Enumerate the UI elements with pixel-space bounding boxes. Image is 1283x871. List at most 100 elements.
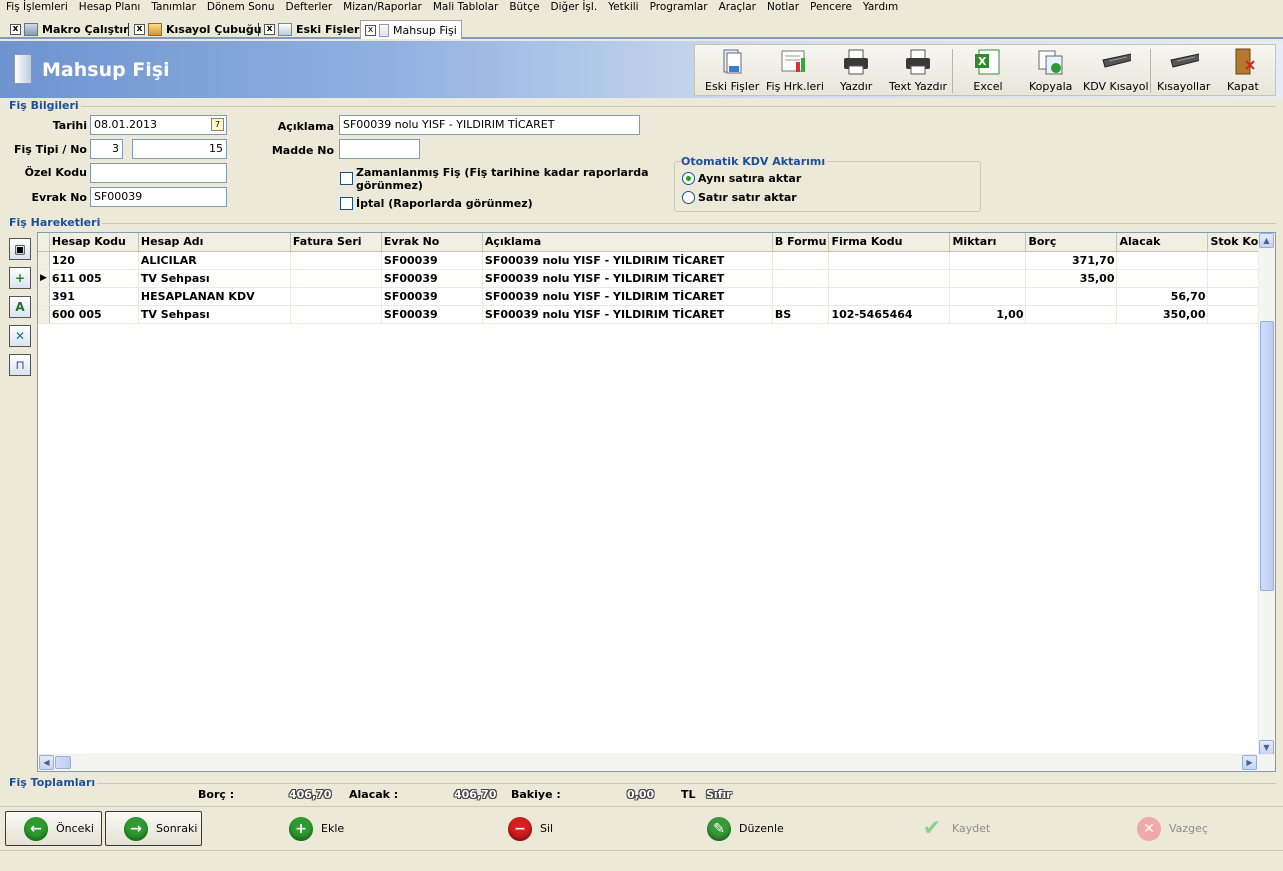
- kaydet-button[interactable]: ✔ Kaydet: [920, 811, 991, 846]
- table-cell[interactable]: [290, 287, 382, 306]
- vazgec-button[interactable]: ✕ Vazgeç: [1137, 811, 1208, 846]
- fis-hareketleri-grid[interactable]: Hesap Kodu Hesap Adı Fatura Seri Evrak No Aç…: [37, 232, 1276, 772]
- expand-icon[interactable]: ✕: [9, 325, 31, 347]
- eski-fisler-button[interactable]: Eski Fişler: [705, 45, 759, 97]
- table-cell[interactable]: [1116, 251, 1209, 270]
- table-cell[interactable]: [772, 251, 830, 270]
- table-cell[interactable]: [828, 287, 951, 306]
- satir-satir-radio[interactable]: [682, 191, 695, 204]
- menu-item[interactable]: Yardım: [857, 1, 903, 13]
- table-cell[interactable]: 350,00: [1116, 305, 1209, 324]
- table-cell[interactable]: SF00039: [381, 287, 483, 306]
- kisayollar-button[interactable]: Kısayollar: [1157, 45, 1210, 97]
- menu-item[interactable]: Hesap Planı: [73, 1, 146, 13]
- table-cell[interactable]: SF00039 nolu YISF - YILDIRIM TİCARET: [482, 269, 773, 288]
- scroll-right-icon[interactable]: ▶: [1242, 755, 1257, 770]
- table-cell[interactable]: 371,70: [1025, 251, 1118, 270]
- calendar-icon[interactable]: 7: [211, 118, 224, 131]
- table-row[interactable]: 391 HESAPLANAN KDV SF00039 SF00039 nolu YIS…: [38, 287, 1274, 306]
- tab-mahsup-fisi[interactable]: x Mahsup Fişi: [360, 20, 462, 39]
- horizontal-scrollbar[interactable]: ◀ ▶: [38, 754, 1275, 771]
- ayni-satira-radio[interactable]: [682, 172, 695, 185]
- menu-item[interactable]: Programlar: [644, 1, 713, 13]
- table-cell[interactable]: [1025, 287, 1118, 306]
- table-row[interactable]: 600 005 TV Sehpası SF00039 SF00039 nolu YIS…: [38, 305, 1274, 324]
- tab-close-icon[interactable]: x: [134, 24, 145, 35]
- tab-close-icon[interactable]: x: [10, 24, 21, 35]
- tab-close-icon[interactable]: x: [365, 24, 376, 36]
- duzenle-button[interactable]: ✎ Düzenle: [707, 811, 784, 846]
- table-cell[interactable]: SF00039: [381, 305, 483, 324]
- scroll-down-icon[interactable]: ▼: [1259, 740, 1274, 755]
- table-cell[interactable]: 391: [49, 287, 139, 306]
- menu-item[interactable]: Araçlar: [713, 1, 761, 13]
- fis-hareketleri-button[interactable]: Fiş Hrk.leri: [766, 45, 824, 97]
- table-cell[interactable]: [949, 269, 1027, 288]
- column-header[interactable]: Firma Kodu: [828, 233, 951, 252]
- aciklama-field[interactable]: SF00039 nolu YISF - YILDIRIM TİCARET: [339, 115, 640, 135]
- fis-no-field[interactable]: 15: [132, 139, 227, 159]
- table-cell[interactable]: 1,00: [949, 305, 1027, 324]
- table-cell[interactable]: [828, 269, 951, 288]
- column-header[interactable]: B Formu: [772, 233, 830, 252]
- excel-button[interactable]: X Excel: [973, 45, 1003, 97]
- menu-item[interactable]: Defterler: [280, 1, 338, 13]
- table-cell[interactable]: 56,70: [1116, 287, 1209, 306]
- table-cell[interactable]: SF00039 nolu YISF - YILDIRIM TİCARET: [482, 305, 773, 324]
- menu-item[interactable]: Tanımlar: [145, 1, 201, 13]
- filter-icon[interactable]: ⊓: [9, 354, 31, 376]
- table-cell[interactable]: 600 005: [49, 305, 139, 324]
- kopyala-button[interactable]: Kopyala: [1029, 45, 1072, 97]
- table-cell[interactable]: 102-5465464: [828, 305, 951, 324]
- tarihi-field[interactable]: 08.01.2013 7: [90, 115, 227, 135]
- ozel-kodu-field[interactable]: [90, 163, 227, 183]
- vertical-scrollbar[interactable]: ▲ ▼: [1258, 233, 1275, 755]
- table-cell[interactable]: [772, 269, 830, 288]
- scroll-thumb[interactable]: [55, 756, 71, 769]
- table-cell[interactable]: BS: [772, 305, 830, 324]
- table-cell[interactable]: [949, 287, 1027, 306]
- menu-item[interactable]: Mizan/Raporlar: [337, 1, 427, 13]
- tab-close-icon[interactable]: x: [264, 24, 275, 35]
- fis-tipi-field[interactable]: 3: [90, 139, 123, 159]
- scroll-thumb[interactable]: [1260, 321, 1274, 591]
- menu-item[interactable]: Pencere: [804, 1, 857, 13]
- scroll-left-icon[interactable]: ◀: [39, 755, 54, 770]
- text-yazdir-button[interactable]: Text Yazdır: [889, 45, 947, 97]
- table-cell[interactable]: [772, 287, 830, 306]
- table-cell[interactable]: HESAPLANAN KDV: [138, 287, 291, 306]
- menu-item[interactable]: Diğer İşl.: [545, 1, 603, 13]
- kapat-button[interactable]: Kapat: [1227, 45, 1259, 97]
- table-cell[interactable]: [1116, 269, 1209, 288]
- column-header[interactable]: Hesap Adı: [138, 233, 291, 252]
- menu-item[interactable]: Bütçe: [503, 1, 544, 13]
- scroll-up-icon[interactable]: ▲: [1259, 233, 1274, 248]
- tab-eski-fisler[interactable]: x Eski Fişler: [254, 20, 359, 39]
- column-header[interactable]: Miktarı: [949, 233, 1027, 252]
- column-header[interactable]: Fatura Seri: [290, 233, 382, 252]
- table-cell[interactable]: SF00039: [381, 269, 483, 288]
- table-cell[interactable]: [290, 251, 382, 270]
- table-cell[interactable]: [949, 251, 1027, 270]
- table-cell[interactable]: 120: [49, 251, 139, 270]
- menu-item[interactable]: Notlar: [761, 1, 804, 13]
- yazdir-button[interactable]: Yazdır: [840, 45, 872, 97]
- onceki-button[interactable]: ← Önceki: [5, 811, 102, 846]
- column-header[interactable]: Alacak: [1116, 233, 1209, 252]
- column-header[interactable]: Hesap Kodu: [49, 233, 139, 252]
- font-icon[interactable]: A: [9, 296, 31, 318]
- table-cell[interactable]: SF00039: [381, 251, 483, 270]
- table-cell[interactable]: SF00039 nolu YISF - YILDIRIM TİCARET: [482, 287, 773, 306]
- table-cell[interactable]: ALICILAR: [138, 251, 291, 270]
- kdv-kisayol-button[interactable]: KDV Kısayol: [1083, 45, 1149, 97]
- table-cell[interactable]: 611 005: [49, 269, 139, 288]
- evrak-no-field[interactable]: SF00039: [90, 187, 227, 207]
- column-header[interactable]: Evrak No: [381, 233, 483, 252]
- table-cell[interactable]: [828, 251, 951, 270]
- tab-makro-calistir[interactable]: x Makro Çalıştır: [0, 20, 129, 39]
- column-header[interactable]: Açıklama: [482, 233, 773, 252]
- table-cell[interactable]: [290, 269, 382, 288]
- ekle-button[interactable]: + Ekle: [289, 811, 344, 846]
- table-cell[interactable]: TV Sehpası: [138, 269, 291, 288]
- tab-kisayol-cubugu[interactable]: x Kısayol Çubuğu: [124, 20, 262, 39]
